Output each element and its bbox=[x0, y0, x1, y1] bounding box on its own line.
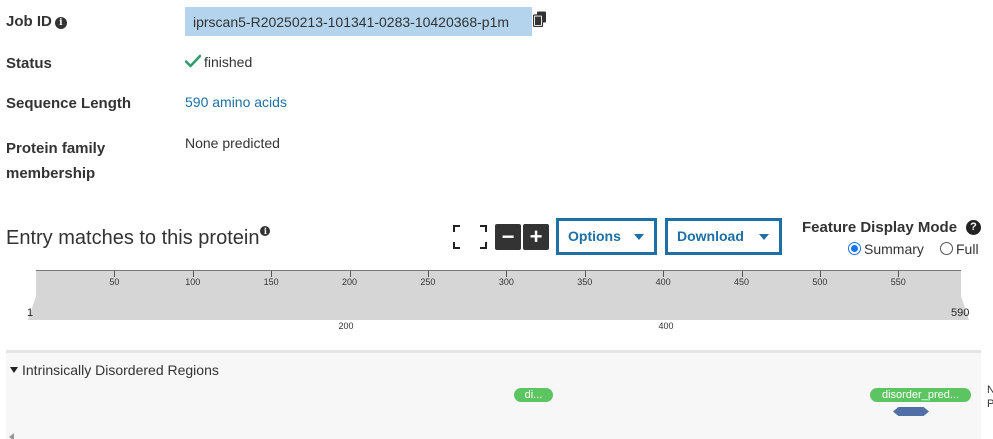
job-id-value[interactable]: iprscan5-R20250213-101341-0283-10420368-… bbox=[193, 14, 509, 30]
mode-full-radio[interactable] bbox=[940, 242, 953, 255]
scroll-left-icon[interactable] bbox=[9, 433, 14, 439]
truncated-label: N bbox=[987, 384, 993, 396]
options-dropdown[interactable]: Options bbox=[556, 218, 657, 255]
entry-matches-title: Entry matches to this protein i bbox=[6, 226, 271, 250]
mode-full-label[interactable]: Full bbox=[956, 241, 979, 257]
info-icon[interactable]: i bbox=[54, 17, 67, 29]
truncated-label: P bbox=[987, 398, 993, 410]
disordered-regions-title: Intrinsically Disordered Regions bbox=[22, 362, 219, 378]
fullscreen-icon[interactable] bbox=[452, 224, 488, 250]
protein-family-label: Protein family membership bbox=[6, 136, 105, 186]
check-icon bbox=[185, 54, 201, 68]
disorder-feature[interactable]: disorder_pred... bbox=[870, 388, 971, 402]
protein-family-value: None predicted bbox=[185, 135, 280, 151]
disordered-regions-toggle[interactable]: Intrinsically Disordered Regions bbox=[10, 362, 219, 378]
overview-axis-label: 400 bbox=[658, 321, 674, 331]
ruler-tick-label: 300 bbox=[498, 277, 514, 287]
protein-family-label-line1: Protein family bbox=[6, 140, 106, 157]
sequence-length-link[interactable]: 590 amino acids bbox=[185, 94, 287, 110]
ruler-tick-label: 100 bbox=[185, 277, 201, 287]
status-value: finished bbox=[204, 54, 253, 70]
caret-down-icon bbox=[10, 367, 18, 373]
mode-summary-label[interactable]: Summary bbox=[864, 241, 924, 257]
ruler-tick-label: 150 bbox=[263, 277, 279, 287]
job-id-label: Job ID bbox=[6, 13, 52, 30]
ruler-tick-label: 250 bbox=[420, 277, 436, 287]
zoom-out-button[interactable]: − bbox=[495, 224, 521, 250]
sequence-length-label: Sequence Length bbox=[6, 95, 132, 112]
caret-down-icon bbox=[759, 234, 769, 240]
ruler-tick-label: 50 bbox=[109, 277, 120, 287]
download-label: Download bbox=[677, 228, 744, 244]
protein-family-label-line2: membership bbox=[6, 165, 96, 182]
copy-icon[interactable] bbox=[533, 11, 547, 27]
help-icon[interactable]: ? bbox=[966, 220, 981, 235]
overview-brush[interactable] bbox=[36, 296, 961, 320]
track-divider bbox=[6, 350, 981, 353]
entry-matches-title-text: Entry matches to this protein bbox=[6, 227, 260, 249]
ruler-start-label: 1 bbox=[27, 307, 34, 319]
overview-axis-label: 200 bbox=[338, 321, 354, 331]
caret-down-icon bbox=[634, 234, 644, 240]
status-label: Status bbox=[6, 55, 52, 72]
zoom-in-button[interactable]: + bbox=[523, 224, 549, 250]
job-id-label-row: Job ID i bbox=[6, 13, 67, 30]
mode-summary-radio[interactable] bbox=[848, 242, 861, 255]
options-label: Options bbox=[568, 228, 621, 244]
download-dropdown[interactable]: Download bbox=[665, 218, 782, 255]
ruler-end-label: 590 bbox=[951, 307, 970, 319]
info-icon[interactable]: i bbox=[260, 226, 271, 236]
disorder-feature[interactable]: di... bbox=[514, 388, 553, 402]
disorder-residue-feature[interactable] bbox=[893, 407, 929, 416]
ruler-tick-label: 450 bbox=[733, 277, 750, 287]
ruler-tick-label: 350 bbox=[577, 277, 593, 287]
feature-display-mode-title: Feature Display Mode bbox=[802, 219, 958, 236]
ruler-tick-label: 500 bbox=[812, 277, 828, 287]
ruler-tick-label: 550 bbox=[890, 277, 906, 287]
ruler-tick-label: 200 bbox=[342, 277, 358, 287]
ruler-tick-label: 400 bbox=[655, 277, 671, 287]
